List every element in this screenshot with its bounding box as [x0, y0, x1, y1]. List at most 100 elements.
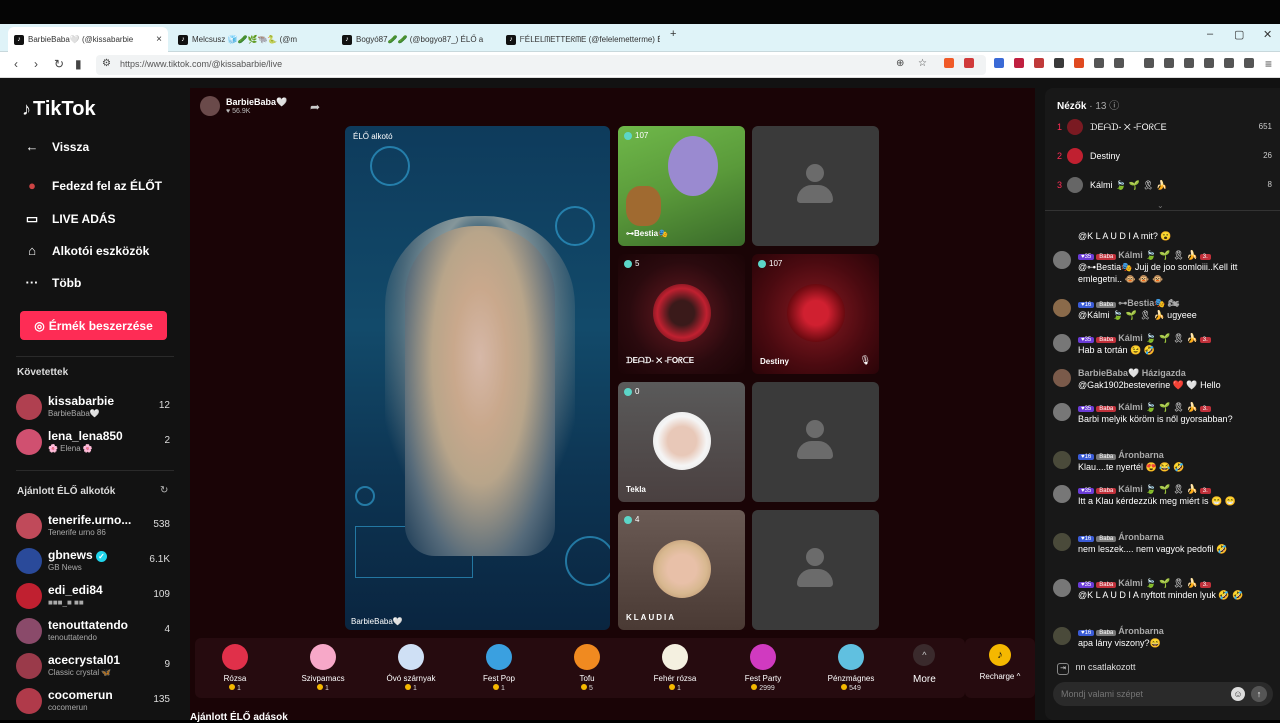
browser-tab[interactable]: ♪ Bogyó87🥒🥒 (@bogyo87_) ÉLŐ a [336, 27, 496, 52]
guest-tile[interactable]: 0 Tekla [618, 382, 745, 502]
guest-name: KLAUDIA [626, 613, 676, 622]
empty-guest-slot[interactable] [752, 126, 879, 246]
main-stream-video[interactable]: ÉLŐ alkotó BarbieBaba🤍 [345, 126, 610, 630]
sidebar-icon[interactable] [1184, 58, 1194, 68]
top-viewer[interactable]: 2 Destiny 26 [1057, 147, 1272, 167]
tiktok-coin-icon: ♪ [989, 644, 1011, 666]
empty-guest-slot[interactable] [752, 382, 879, 502]
guest-tile[interactable]: 4 KLAUDIA [618, 510, 745, 630]
gift-item[interactable]: Fest Party 2999 [728, 644, 798, 692]
tiktok-logo[interactable]: ♪ TikTok [22, 98, 96, 121]
gift-label: Fest Pop [482, 674, 515, 683]
recommended-account[interactable]: tenerife.urno... Tenerife urno 86 538 [16, 511, 176, 543]
extension-icon[interactable] [1014, 58, 1024, 68]
host-likes: ♥ 56.9K [226, 108, 251, 115]
host-name: BarbieBaba🤍 [226, 97, 288, 107]
gift-item[interactable]: Fest Pop 1 [464, 644, 534, 692]
host-info[interactable]: BarbieBaba🤍 ♥ 56.9K [200, 96, 287, 116]
extension-icon[interactable] [1074, 58, 1084, 68]
message-text: @⊶Bestia🎭 Jujj de joo somloiii..Kell itt… [1078, 262, 1238, 284]
recommended-account[interactable]: acecrystal01 Classic crystal 🦋 9 [16, 651, 176, 683]
recommended-account[interactable]: tenouttatendo tenouttatendo 4 [16, 616, 176, 648]
close-window-button[interactable]: ✕ [1263, 28, 1272, 41]
recharge-button[interactable]: ♪ Recharge ^ [965, 638, 1035, 698]
site-info-icon[interactable]: ⚙ [102, 58, 111, 69]
nav-live-studio[interactable]: ▭ LIVE ADÁS [22, 211, 116, 227]
reload-icon[interactable]: ↻ [54, 57, 64, 71]
live-avatar-icon: ● [28, 178, 36, 193]
guest-tile[interactable]: 107 ⊶Bestia🎭 [618, 126, 745, 246]
more-gifts-button[interactable]: ^ More [913, 644, 936, 685]
nav-explore-live[interactable]: ● Fedezd fel az ÉLŐT [22, 178, 162, 193]
viewer-score: 651 [1258, 122, 1272, 131]
recommended-account[interactable]: cocomerun cocomerun 135 [16, 686, 176, 718]
browser-tab[interactable]: ♪ Melcsusz 🧊🥒🌿🐃🐍 (@m [172, 27, 332, 52]
refresh-icon[interactable]: ↻ [160, 485, 168, 496]
gift-item[interactable]: Fehér rózsa 1 [640, 644, 710, 692]
extension-icon[interactable] [1054, 58, 1064, 68]
viewers-heading: Nézők · 13 ⓘ [1057, 101, 1120, 112]
send-icon[interactable]: ↑ [1251, 686, 1267, 702]
puzzle-icon[interactable] [1094, 58, 1104, 68]
guest-tile[interactable]: 5 ᗪEᗩᗪ- ✕ -ᖴOᖇᑕE [618, 254, 745, 374]
maximize-button[interactable]: ▢ [1234, 28, 1244, 41]
guest-coin-icon [624, 131, 632, 140]
url-field[interactable]: ⚙ https://www.tiktok.com/@kissabarbie/li… [96, 55, 986, 75]
new-tab-button[interactable]: + [670, 28, 676, 40]
gift-item[interactable]: Pénzmágnes 549 [816, 644, 886, 692]
avatar [1053, 451, 1071, 469]
gift-item[interactable]: Rózsa 1 [200, 644, 270, 692]
info-icon[interactable]: ⓘ [1109, 101, 1119, 112]
guest-tile[interactable]: 107 Destiny 🎙 [752, 254, 879, 374]
minimize-button[interactable]: – [1207, 28, 1213, 40]
share-icon[interactable]: ➦ [310, 100, 320, 114]
download-icon[interactable] [1144, 58, 1154, 68]
following-account[interactable]: kissabarbie BarbieBaba🤍 12 [16, 392, 176, 424]
star-icon[interactable]: ☆ [918, 58, 927, 69]
guest-name: ⊶Bestia🎭 [626, 229, 668, 238]
hud-ring [355, 486, 375, 506]
forward-icon[interactable]: › [34, 57, 38, 71]
message-header: ♥16 Baba ⊶Bestia🎭 🏍 [1078, 298, 1179, 309]
following-account[interactable]: lena_lena850 🌸 Elena 🌸 2 [16, 427, 176, 459]
chevron-down-icon[interactable]: ⌄ [1157, 201, 1164, 210]
account-sub: GB News [48, 563, 82, 572]
back-icon[interactable]: ‹ [14, 57, 18, 71]
bookmark-icon[interactable]: ▮ [75, 57, 82, 71]
gift-item[interactable]: Szivpamacs 1 [288, 644, 358, 692]
media-icon[interactable] [1164, 58, 1174, 68]
extension-icon[interactable] [994, 58, 1004, 68]
top-viewer[interactable]: 1 ᗪEᗩᗪ- ✕ -ᖴOᖇᑕE 651 [1057, 118, 1272, 138]
vpn-icon[interactable] [1224, 58, 1234, 68]
top-viewer[interactable]: 3 Kálmi 🍃 🌱 🎗 🍌 8 [1057, 176, 1272, 196]
browser-tab[interactable]: ♪ BarbieBaba🤍 (@kissabarbie × [8, 27, 168, 52]
account-name: kissabarbie [48, 394, 115, 408]
gift-item[interactable]: Tofu 5 [552, 644, 622, 692]
recommended-account[interactable]: gbnews ✓ GB News 6.1K [16, 546, 176, 578]
menu-icon[interactable]: ≡ [1265, 57, 1272, 71]
shield-icon[interactable] [1244, 58, 1254, 68]
account-name: cocomerun [48, 688, 113, 702]
get-coins-button[interactable]: ◎ Érmék beszerzése [20, 311, 167, 340]
screenshot-icon[interactable] [1114, 58, 1124, 68]
browser-tab[interactable]: ♪ ᖴÉᒪEᒪᗰETTEᖇᗰE (@felelemetterme) É [500, 27, 660, 52]
emoji-icon[interactable]: ☺ [1231, 687, 1245, 701]
zoom-icon[interactable]: ⊕ [896, 58, 904, 69]
account-name: edi_edi84 [48, 583, 103, 597]
nav-creator-tools[interactable]: ⌂ Alkotói eszközök [22, 243, 149, 258]
nav-back[interactable]: ← Vissza [22, 139, 90, 154]
gift-item[interactable]: Óvó szárnyak 1 [376, 644, 446, 692]
nav-more[interactable]: ··· Több [22, 275, 82, 290]
brave-rewards-icon[interactable] [964, 58, 974, 68]
empty-guest-slot[interactable] [752, 510, 879, 630]
recommended-account[interactable]: edi_edi84 ■■■_■ ■■ 109 [16, 581, 176, 613]
brave-shield-icon[interactable] [944, 58, 954, 68]
message-header: ♥35 Baba Kálmi 🍃 🌱 🎗 🍌 3. [1078, 578, 1213, 589]
viewer-score: 8 [1267, 180, 1272, 189]
extension-icon[interactable] [1034, 58, 1044, 68]
guest-name: ᗪEᗩᗪ- ✕ -ᖴOᖇᑕE [626, 356, 695, 365]
close-tab-icon[interactable]: × [156, 34, 162, 45]
message-text: nem leszek.... nem vagyok pedofil 🤣 [1078, 544, 1228, 554]
chat-input[interactable] [1061, 686, 1211, 702]
wallet-icon[interactable] [1204, 58, 1214, 68]
